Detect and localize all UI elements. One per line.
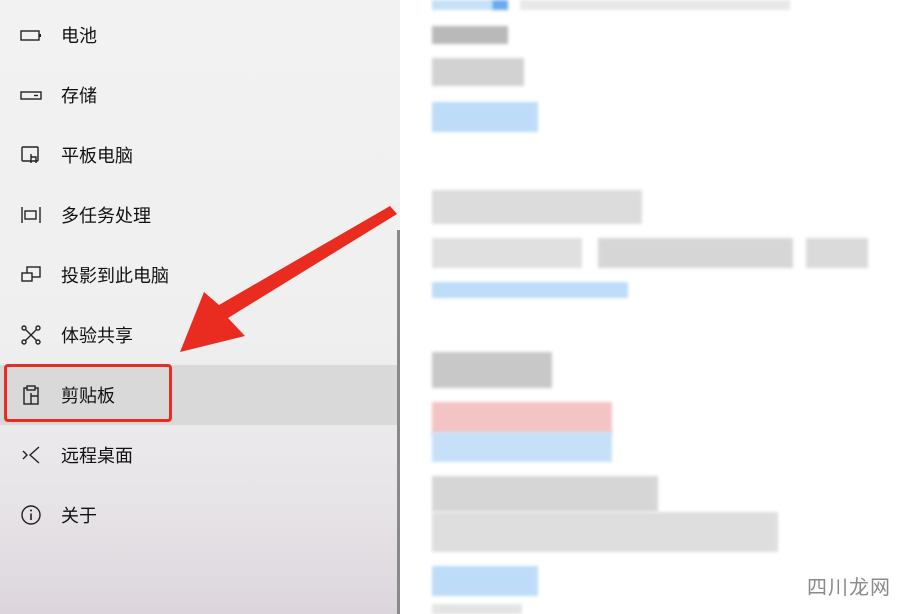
sidebar-item-label: 平板电脑	[61, 146, 133, 167]
storage-icon	[19, 83, 43, 107]
blurred-block	[432, 402, 612, 434]
tablet-icon	[19, 143, 43, 167]
blurred-block	[806, 238, 868, 268]
blurred-block	[432, 102, 538, 132]
blurred-block	[432, 58, 524, 86]
blurred-block	[432, 190, 642, 224]
sidebar-item-multitasking[interactable]: 多任务处理	[0, 185, 397, 245]
blurred-block	[432, 238, 582, 268]
sidebar-item-storage[interactable]: 存储	[0, 65, 397, 125]
blurred-block	[432, 26, 508, 44]
sidebar-item-clipboard[interactable]: 剪贴板	[0, 365, 397, 425]
sidebar-item-label: 多任务处理	[61, 206, 151, 227]
sidebar-item-projecting[interactable]: 投影到此电脑	[0, 245, 397, 305]
sidebar-item-tablet[interactable]: 平板电脑	[0, 125, 397, 185]
blurred-block	[432, 512, 778, 552]
blurred-block	[432, 566, 538, 596]
sidebar-item-shared-experiences[interactable]: 体验共享	[0, 305, 397, 365]
battery-icon	[19, 23, 43, 47]
sidebar-item-label: 体验共享	[61, 326, 133, 347]
multitasking-icon	[19, 203, 43, 227]
settings-sidebar: 电池 存储 平板电脑 多任务处理 投影到此电脑 体验共享 剪贴板 远程桌面 关于	[0, 0, 400, 614]
sidebar-item-label: 投影到此电脑	[61, 266, 169, 287]
sidebar-item-battery[interactable]: 电池	[0, 5, 397, 65]
sidebar-item-label: 远程桌面	[61, 446, 133, 467]
remote-desktop-icon	[19, 443, 43, 467]
watermark-text: 四川龙网	[807, 575, 891, 599]
blurred-block	[492, 0, 508, 10]
blurred-content-pane	[400, 0, 921, 614]
blurred-block	[432, 0, 492, 10]
sidebar-item-label: 剪贴板	[61, 386, 115, 407]
blurred-block	[598, 238, 793, 268]
sidebar-item-label: 存储	[61, 86, 97, 107]
clipboard-icon	[19, 383, 43, 407]
sidebar-item-about[interactable]: 关于	[0, 485, 397, 545]
blurred-block	[432, 604, 522, 614]
blurred-block	[520, 0, 790, 10]
sidebar-item-label: 关于	[61, 506, 97, 527]
shared-experiences-icon	[19, 323, 43, 347]
sidebar-item-remote-desktop[interactable]: 远程桌面	[0, 425, 397, 485]
blurred-block	[432, 352, 552, 388]
blurred-block	[432, 476, 658, 512]
blurred-block	[432, 432, 612, 462]
projecting-icon	[19, 263, 43, 287]
blurred-block	[432, 282, 628, 298]
sidebar-item-label: 电池	[61, 26, 97, 47]
info-icon	[19, 503, 43, 527]
